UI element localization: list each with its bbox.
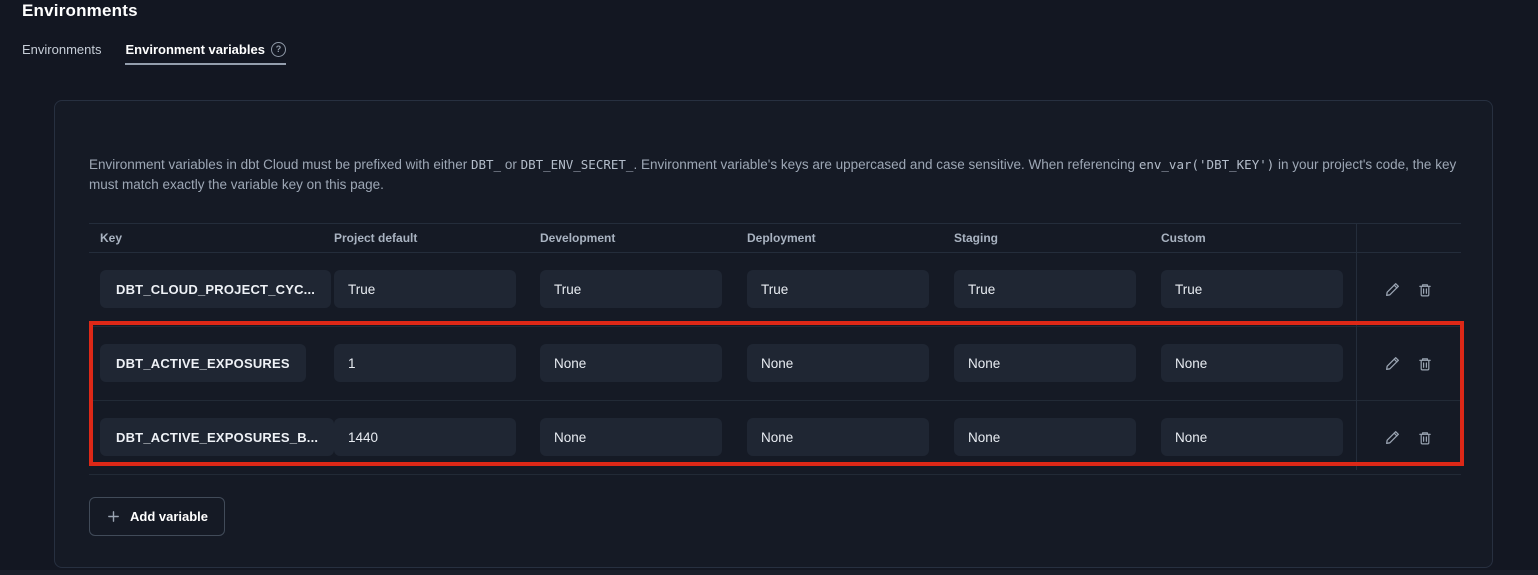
- description-text: or: [501, 157, 521, 172]
- project-default-value: 1: [334, 344, 516, 382]
- table-row: DBT_ACTIVE_EXPOSURES 1 None None None No…: [89, 327, 1461, 401]
- column-header: Custom: [1161, 231, 1206, 245]
- column-header: Staging: [954, 231, 998, 245]
- footer-strip: [0, 570, 1538, 575]
- table-body: DBT_CLOUD_PROJECT_CYC... True True True …: [89, 253, 1461, 475]
- tab-label: Environment variables: [125, 42, 264, 57]
- deployment-value: True: [747, 270, 929, 308]
- column-header: Development: [540, 231, 615, 245]
- deployment-value: None: [747, 344, 929, 382]
- variable-key-pill: DBT_ACTIVE_EXPOSURES_B...: [100, 418, 334, 456]
- add-variable-label: Add variable: [130, 509, 208, 524]
- variable-key-pill: DBT_ACTIVE_EXPOSURES: [100, 344, 306, 382]
- actions-column-divider: [1356, 223, 1357, 470]
- edit-variable-button[interactable]: [1382, 354, 1402, 374]
- page-title: Environments: [22, 1, 138, 21]
- description: Environment variables in dbt Cloud must …: [89, 155, 1457, 195]
- code-snippet: DBT_: [471, 157, 501, 172]
- custom-value: None: [1161, 344, 1343, 382]
- delete-variable-button[interactable]: [1415, 428, 1435, 448]
- row-actions: [1356, 327, 1461, 400]
- tab-label: Environments: [22, 42, 101, 57]
- row-actions: [1356, 401, 1461, 474]
- column-header: Key: [100, 231, 122, 245]
- environment-variables-card: Environment variables in dbt Cloud must …: [54, 100, 1493, 568]
- tab-environments[interactable]: Environments: [22, 40, 101, 65]
- tab-environment-variables[interactable]: Environment variables ?: [125, 40, 285, 65]
- staging-value: True: [954, 270, 1136, 308]
- description-text: Environment variables in dbt Cloud must …: [89, 157, 471, 172]
- add-variable-button[interactable]: Add variable: [89, 497, 225, 536]
- variable-key-pill: DBT_CLOUD_PROJECT_CYC...: [100, 270, 331, 308]
- code-snippet: DBT_ENV_SECRET_: [521, 157, 634, 172]
- edit-variable-button[interactable]: [1382, 280, 1402, 300]
- staging-value: None: [954, 418, 1136, 456]
- table-row: DBT_ACTIVE_EXPOSURES_B... 1440 None None…: [89, 401, 1461, 475]
- row-actions: [1356, 253, 1461, 326]
- development-value: True: [540, 270, 722, 308]
- delete-variable-button[interactable]: [1415, 354, 1435, 374]
- project-default-value: True: [334, 270, 516, 308]
- table-row: DBT_CLOUD_PROJECT_CYC... True True True …: [89, 253, 1461, 327]
- deployment-value: None: [747, 418, 929, 456]
- code-snippet: env_var('DBT_KEY'): [1139, 157, 1274, 172]
- edit-variable-button[interactable]: [1382, 428, 1402, 448]
- column-header: Deployment: [747, 231, 816, 245]
- plus-icon: [106, 509, 121, 524]
- tab-bar: Environments Environment variables ?: [22, 40, 286, 65]
- column-header: Project default: [334, 231, 417, 245]
- custom-value: None: [1161, 418, 1343, 456]
- delete-variable-button[interactable]: [1415, 280, 1435, 300]
- table-header: Key Project default Development Deployment S…: [89, 223, 1461, 253]
- development-value: None: [540, 418, 722, 456]
- environment-variables-table: Key Project default Development Deployment S…: [89, 223, 1461, 470]
- development-value: None: [540, 344, 722, 382]
- help-icon[interactable]: ?: [271, 42, 286, 57]
- staging-value: None: [954, 344, 1136, 382]
- project-default-value: 1440: [334, 418, 516, 456]
- custom-value: True: [1161, 270, 1343, 308]
- description-text: . Environment variable's keys are upperc…: [633, 157, 1138, 172]
